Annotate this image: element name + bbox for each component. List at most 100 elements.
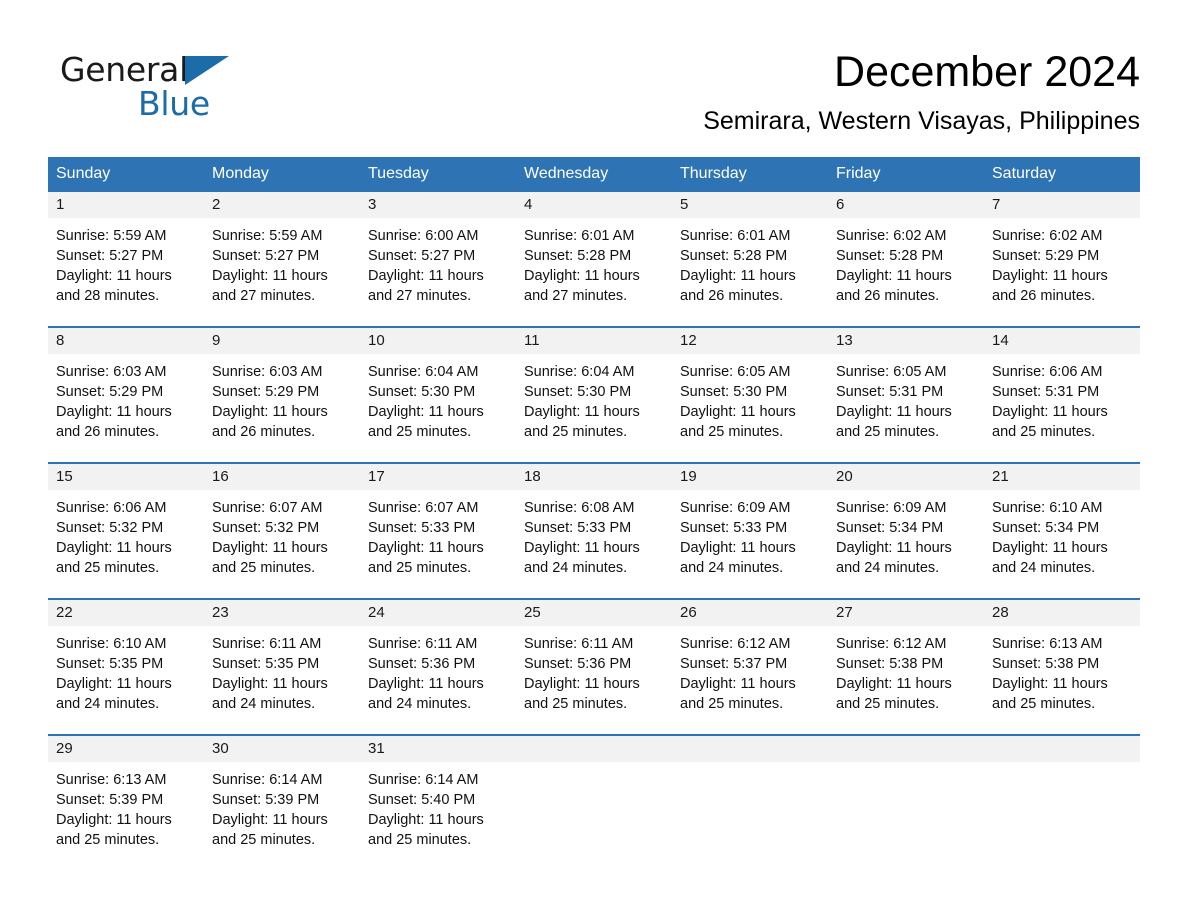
day-details: Sunrise: 6:00 AM Sunset: 5:27 PM Daylight:… — [360, 218, 516, 306]
day-cell[interactable]: 18 Sunrise: 6:08 AM Sunset: 5:33 PM Dayligh… — [516, 464, 672, 598]
day-cell[interactable]: 6 Sunrise: 6:02 AM Sunset: 5:28 PM Daylight… — [828, 192, 984, 326]
daylight-text-line1: Daylight: 11 hours — [56, 404, 172, 420]
day-number: 23 — [204, 600, 360, 626]
day-number: 3 — [360, 192, 516, 218]
day-cell[interactable]: 5 Sunrise: 6:01 AM Sunset: 5:28 PM Daylight… — [672, 192, 828, 326]
day-details: Sunrise: 6:06 AM Sunset: 5:32 PM Daylight:… — [48, 490, 204, 578]
day-cell[interactable]: 4 Sunrise: 6:01 AM Sunset: 5:28 PM Daylight… — [516, 192, 672, 326]
sunrise-text: Sunrise: 6:12 AM — [680, 636, 791, 652]
sunrise-text: Sunrise: 6:02 AM — [836, 228, 947, 244]
daylight-text-line2: and 26 minutes. — [680, 288, 784, 304]
daylight-text-line1: Daylight: 11 hours — [992, 676, 1108, 692]
day-cell[interactable]: 24 Sunrise: 6:11 AM Sunset: 5:36 PM Dayligh… — [360, 600, 516, 734]
day-cell[interactable]: 7 Sunrise: 6:02 AM Sunset: 5:29 PM Daylight… — [984, 192, 1140, 326]
daylight-text-line1: Daylight: 11 hours — [992, 268, 1108, 284]
page-header: General Blue December 2024 Semirara, Wes… — [48, 46, 1140, 146]
sunrise-text: Sunrise: 6:04 AM — [524, 364, 635, 380]
day-cell[interactable]: 29 Sunrise: 6:13 AM Sunset: 5:39 PM Dayligh… — [48, 736, 204, 870]
calendar-cell — [516, 734, 672, 870]
daylight-text-line2: and 26 minutes. — [992, 288, 1096, 304]
sunset-text: Sunset: 5:31 PM — [836, 384, 944, 400]
day-number: 11 — [516, 328, 672, 354]
weekday-header-monday: Monday — [204, 157, 360, 192]
day-cell[interactable]: 26 Sunrise: 6:12 AM Sunset: 5:37 PM Dayligh… — [672, 600, 828, 734]
day-details: Sunrise: 6:02 AM Sunset: 5:29 PM Daylight:… — [984, 218, 1140, 306]
day-details: Sunrise: 6:13 AM Sunset: 5:38 PM Daylight:… — [984, 626, 1140, 714]
daylight-text-line1: Daylight: 11 hours — [368, 812, 484, 828]
daylight-text-line1: Daylight: 11 hours — [680, 676, 796, 692]
general-blue-logo[interactable]: General Blue — [60, 52, 320, 132]
sunrise-text: Sunrise: 6:12 AM — [836, 636, 947, 652]
day-cell[interactable]: 25 Sunrise: 6:11 AM Sunset: 5:36 PM Dayligh… — [516, 600, 672, 734]
daylight-text-line1: Daylight: 11 hours — [992, 404, 1108, 420]
day-cell[interactable]: 2 Sunrise: 5:59 AM Sunset: 5:27 PM Daylight… — [204, 192, 360, 326]
daylight-text-line2: and 25 minutes. — [56, 560, 160, 576]
sunset-text: Sunset: 5:34 PM — [992, 520, 1100, 536]
day-cell[interactable]: 16 Sunrise: 6:07 AM Sunset: 5:32 PM Dayligh… — [204, 464, 360, 598]
day-cell[interactable]: 28 Sunrise: 6:13 AM Sunset: 5:38 PM Dayligh… — [984, 600, 1140, 734]
daylight-text-line2: and 24 minutes. — [212, 696, 316, 712]
day-number: 26 — [672, 600, 828, 626]
daylight-text-line1: Daylight: 11 hours — [56, 676, 172, 692]
calendar-cell: 8 Sunrise: 6:03 AM Sunset: 5:29 PM Daylight… — [48, 326, 204, 463]
day-number: 7 — [984, 192, 1140, 218]
sunset-text: Sunset: 5:33 PM — [680, 520, 788, 536]
sunrise-text: Sunrise: 6:06 AM — [992, 364, 1103, 380]
calendar-cell: 13 Sunrise: 6:05 AM Sunset: 5:31 PM Dayligh… — [828, 326, 984, 463]
sunrise-text: Sunrise: 6:11 AM — [524, 636, 634, 652]
day-cell[interactable]: 3 Sunrise: 6:00 AM Sunset: 5:27 PM Daylight… — [360, 192, 516, 326]
day-cell[interactable]: 14 Sunrise: 6:06 AM Sunset: 5:31 PM Dayligh… — [984, 328, 1140, 462]
daylight-text-line1: Daylight: 11 hours — [524, 268, 640, 284]
calendar-cell: 18 Sunrise: 6:08 AM Sunset: 5:33 PM Dayligh… — [516, 462, 672, 599]
daylight-text-line1: Daylight: 11 hours — [368, 404, 484, 420]
calendar-table: Sunday Monday Tuesday Wednesday Thursday Frid… — [48, 157, 1140, 870]
weekday-header-sunday: Sunday — [48, 157, 204, 192]
day-number: 6 — [828, 192, 984, 218]
logo-text-general: General — [60, 50, 188, 89]
day-cell[interactable]: 15 Sunrise: 6:06 AM Sunset: 5:32 PM Dayligh… — [48, 464, 204, 598]
day-cell[interactable]: 12 Sunrise: 6:05 AM Sunset: 5:30 PM Dayligh… — [672, 328, 828, 462]
day-cell[interactable]: 11 Sunrise: 6:04 AM Sunset: 5:30 PM Dayligh… — [516, 328, 672, 462]
daylight-text-line1: Daylight: 11 hours — [368, 540, 484, 556]
day-number: 19 — [672, 464, 828, 490]
daylight-text-line2: and 24 minutes. — [524, 560, 628, 576]
day-cell[interactable]: 10 Sunrise: 6:04 AM Sunset: 5:30 PM Dayligh… — [360, 328, 516, 462]
day-cell[interactable]: 30 Sunrise: 6:14 AM Sunset: 5:39 PM Dayligh… — [204, 736, 360, 870]
sunrise-text: Sunrise: 5:59 AM — [56, 228, 167, 244]
sunset-text: Sunset: 5:31 PM — [992, 384, 1100, 400]
day-cell[interactable]: 31 Sunrise: 6:14 AM Sunset: 5:40 PM Dayligh… — [360, 736, 516, 870]
day-cell[interactable]: 23 Sunrise: 6:11 AM Sunset: 5:35 PM Dayligh… — [204, 600, 360, 734]
calendar-cell: 29 Sunrise: 6:13 AM Sunset: 5:39 PM Dayligh… — [48, 734, 204, 870]
calendar-cell: 17 Sunrise: 6:07 AM Sunset: 5:33 PM Dayligh… — [360, 462, 516, 599]
daylight-text-line2: and 25 minutes. — [56, 832, 160, 848]
calendar-cell: 6 Sunrise: 6:02 AM Sunset: 5:28 PM Daylight… — [828, 192, 984, 327]
sunrise-text: Sunrise: 6:05 AM — [680, 364, 791, 380]
day-cell[interactable]: 27 Sunrise: 6:12 AM Sunset: 5:38 PM Dayligh… — [828, 600, 984, 734]
day-cell — [516, 736, 672, 870]
calendar-cell: 5 Sunrise: 6:01 AM Sunset: 5:28 PM Daylight… — [672, 192, 828, 327]
day-details: Sunrise: 6:14 AM Sunset: 5:39 PM Daylight:… — [204, 762, 360, 850]
day-cell[interactable]: 21 Sunrise: 6:10 AM Sunset: 5:34 PM Dayligh… — [984, 464, 1140, 598]
day-number: 30 — [204, 736, 360, 762]
day-cell[interactable]: 9 Sunrise: 6:03 AM Sunset: 5:29 PM Daylight… — [204, 328, 360, 462]
day-cell[interactable]: 20 Sunrise: 6:09 AM Sunset: 5:34 PM Dayligh… — [828, 464, 984, 598]
day-cell[interactable]: 22 Sunrise: 6:10 AM Sunset: 5:35 PM Dayligh… — [48, 600, 204, 734]
day-details: Sunrise: 6:01 AM Sunset: 5:28 PM Daylight:… — [516, 218, 672, 306]
title-block: December 2024 Semirara, Western Visayas,… — [703, 46, 1140, 138]
daylight-text-line2: and 24 minutes. — [836, 560, 940, 576]
day-cell[interactable]: 8 Sunrise: 6:03 AM Sunset: 5:29 PM Daylight… — [48, 328, 204, 462]
sunset-text: Sunset: 5:36 PM — [524, 656, 632, 672]
day-cell[interactable]: 17 Sunrise: 6:07 AM Sunset: 5:33 PM Dayligh… — [360, 464, 516, 598]
daylight-text-line2: and 26 minutes. — [836, 288, 940, 304]
day-cell[interactable]: 13 Sunrise: 6:05 AM Sunset: 5:31 PM Dayligh… — [828, 328, 984, 462]
day-cell[interactable]: 1 Sunrise: 5:59 AM Sunset: 5:27 PM Daylight… — [48, 192, 204, 326]
daylight-text-line2: and 24 minutes. — [56, 696, 160, 712]
sunrise-text: Sunrise: 6:14 AM — [212, 772, 323, 788]
day-number: 8 — [48, 328, 204, 354]
day-details: Sunrise: 6:05 AM Sunset: 5:31 PM Daylight:… — [828, 354, 984, 442]
day-details: Sunrise: 6:04 AM Sunset: 5:30 PM Daylight:… — [360, 354, 516, 442]
day-cell[interactable]: 19 Sunrise: 6:09 AM Sunset: 5:33 PM Dayligh… — [672, 464, 828, 598]
sunrise-text: Sunrise: 6:01 AM — [524, 228, 635, 244]
sunset-text: Sunset: 5:29 PM — [212, 384, 320, 400]
daylight-text-line2: and 27 minutes. — [368, 288, 472, 304]
